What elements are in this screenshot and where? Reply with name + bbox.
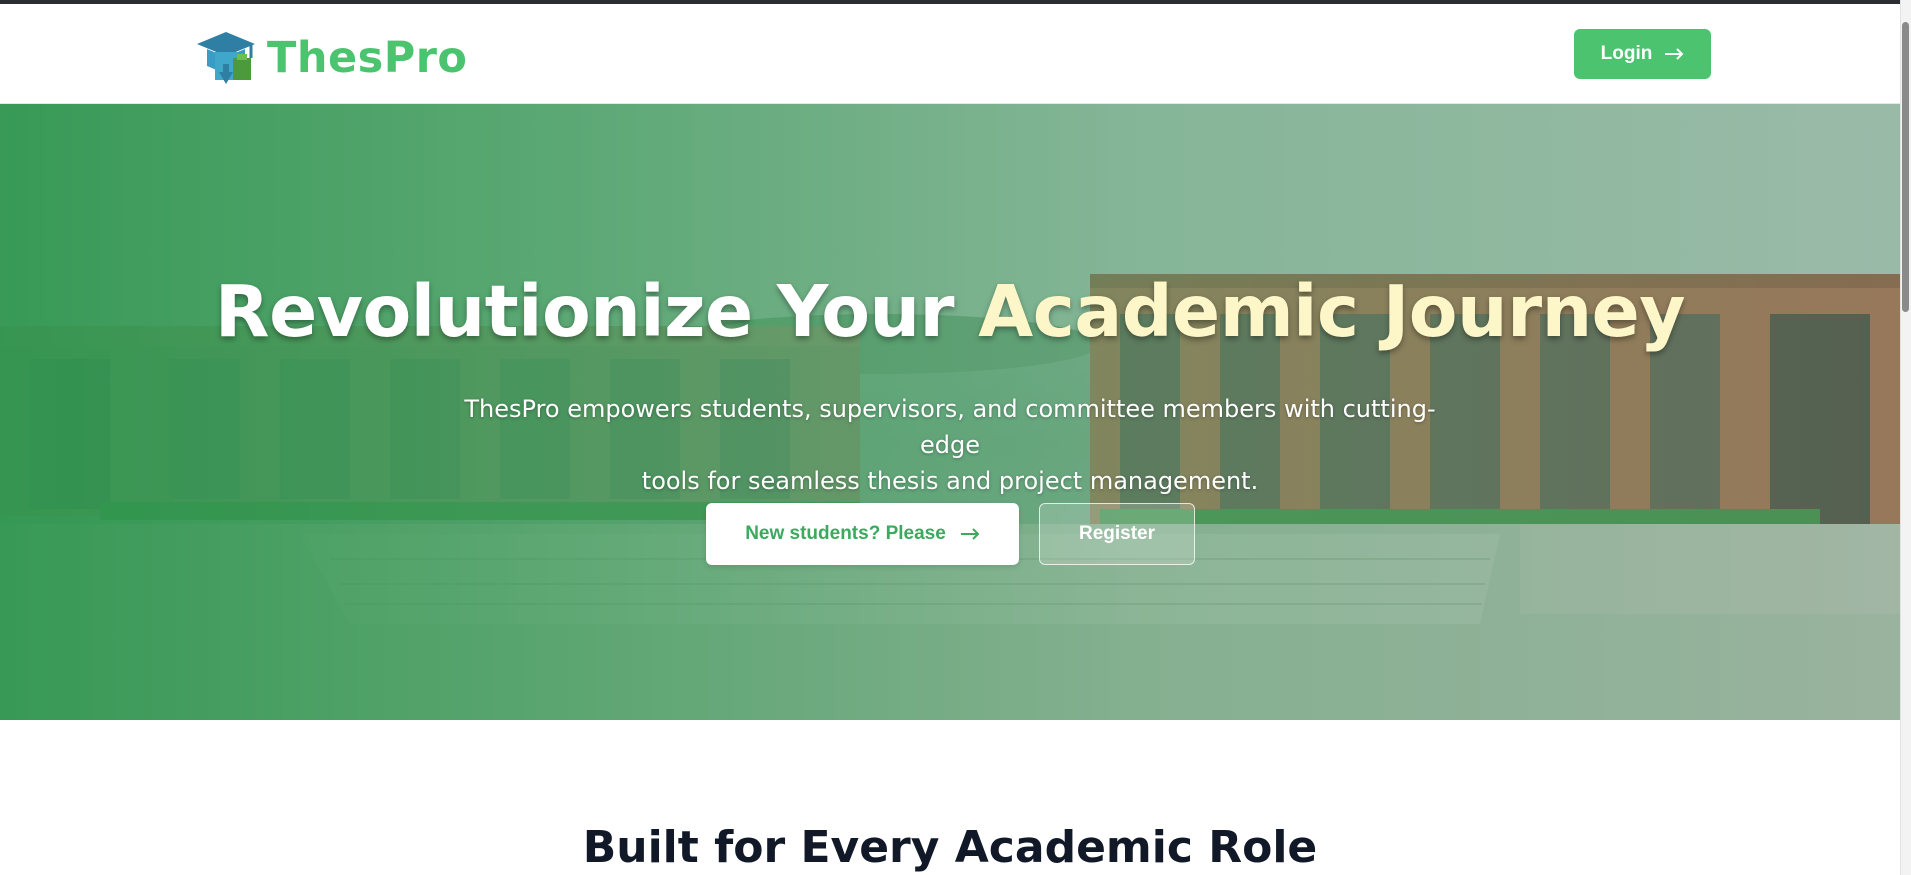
hero-title: Revolutionize Your Academic Journey: [0, 270, 1900, 353]
arrow-right-icon: [1665, 48, 1684, 60]
login-button[interactable]: Login: [1574, 29, 1711, 79]
new-students-button[interactable]: New students? Please: [706, 503, 1019, 565]
landing-page: ThesPro Login Revolutionize Your Academi…: [0, 4, 1900, 875]
graduation-cap-icon: [197, 32, 255, 84]
login-label: Login: [1600, 43, 1653, 64]
hero-subtitle: ThesPro empowers students, supervisors, …: [460, 391, 1440, 499]
brand-name: ThesPro: [267, 33, 468, 83]
hero-title-accent: Academic Journey: [978, 270, 1686, 353]
site-header: ThesPro Login: [0, 4, 1900, 104]
arrow-right-icon: [960, 528, 980, 540]
brand-link[interactable]: ThesPro: [193, 28, 467, 88]
new-students-label: New students? Please: [745, 523, 946, 544]
roles-section-title: Built for Every Academic Role: [582, 822, 1318, 873]
hero-subtitle-line1: ThesPro empowers students, supervisors, …: [464, 395, 1436, 459]
register-button[interactable]: Register: [1039, 503, 1195, 565]
page-scrollbar[interactable]: [1900, 0, 1911, 875]
scrollbar-thumb[interactable]: [1902, 22, 1909, 312]
hero-section: Revolutionize Your Academic Journey Thes…: [0, 104, 1900, 720]
hero-subtitle-line2: tools for seamless thesis and project ma…: [641, 467, 1259, 495]
hero-title-main: Revolutionize Your: [214, 270, 979, 353]
